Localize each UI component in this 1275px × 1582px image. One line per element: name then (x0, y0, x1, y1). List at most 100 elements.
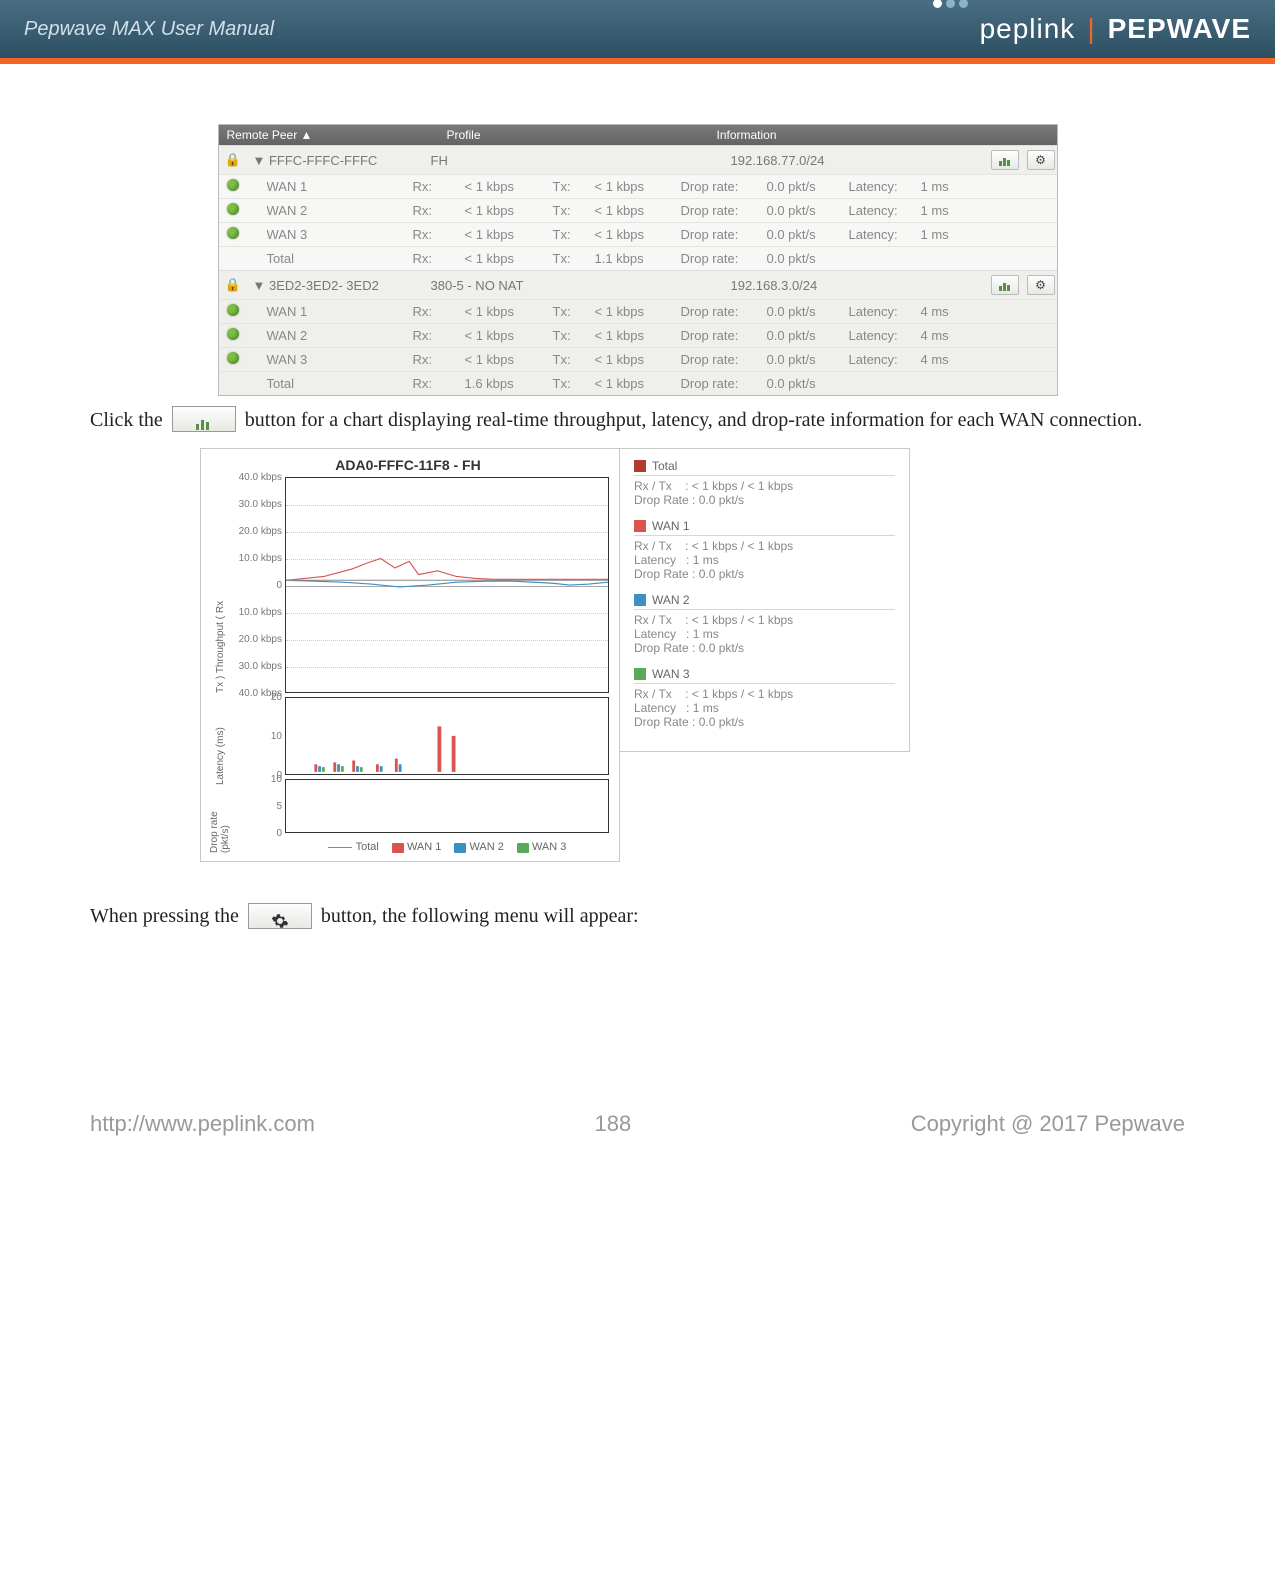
rx-value: < 1 kbps (459, 199, 547, 222)
peer-chart-button[interactable] (991, 275, 1019, 295)
peer-name: ▼ 3ED2-3ED2- 3ED2 (247, 274, 425, 297)
latency-value (915, 255, 965, 263)
wan-name: WAN 3 (247, 223, 407, 246)
chart-legend: Total WAN 1 WAN 2 WAN 3 (285, 841, 609, 853)
ylabel-latency: Latency (ms) (215, 707, 226, 785)
brand-pepwave: PEPWAVE (1108, 13, 1251, 45)
col-remote-peer[interactable]: Remote Peer ▲ (219, 125, 439, 145)
tx-value: < 1 kbps (589, 199, 675, 222)
rx-label: Rx: (407, 199, 459, 222)
tx-label: Tx: (547, 223, 589, 246)
total-row: TotalRx:1.6 kbpsTx:< 1 kbpsDrop rate:0.0… (219, 371, 1057, 395)
stat-block: TotalRx / Tx : < 1 kbps / < 1 kbpsDrop R… (634, 459, 895, 507)
rx-value: < 1 kbps (459, 300, 547, 323)
wan-name: WAN 1 (247, 175, 407, 198)
peer-info: 192.168.3.0/24 (725, 274, 985, 297)
stat-block: WAN 1Rx / Tx : < 1 kbps / < 1 kbpsLatenc… (634, 519, 895, 581)
droprate-value: 0.0 pkt/s (761, 348, 843, 371)
tx-label: Tx: (547, 324, 589, 347)
latency-value: 4 ms (915, 348, 965, 371)
droprate-value: 0.0 pkt/s (761, 247, 843, 270)
col-profile: Profile (439, 125, 709, 145)
brand-peplink: peplink (980, 13, 1076, 45)
remote-peer-table: Remote Peer ▲ Profile Information 🔒▼ FFF… (218, 124, 1058, 396)
footer-page-number: 188 (594, 1111, 631, 1137)
peer-settings-button[interactable]: ⚙ (1027, 150, 1055, 170)
peer-chart-button[interactable] (991, 150, 1019, 170)
droprate-value: 0.0 pkt/s (761, 372, 843, 395)
bar-chart-icon (195, 417, 213, 431)
stat-line: Drop Rate : 0.0 pkt/s (634, 567, 895, 581)
tx-label: Tx: (547, 247, 589, 270)
brand-dots (933, 0, 968, 8)
stat-line: Latency : 1 ms (634, 701, 895, 715)
throughput-sparkline (286, 478, 608, 683)
stat-line: Rx / Tx : < 1 kbps / < 1 kbps (634, 539, 895, 553)
rx-value: < 1 kbps (459, 348, 547, 371)
total-row: TotalRx:< 1 kbpsTx:1.1 kbpsDrop rate:0.0… (219, 246, 1057, 270)
droprate-label: Drop rate: (675, 300, 761, 323)
wan-name: Total (247, 247, 407, 270)
stat-line: Rx / Tx : < 1 kbps / < 1 kbps (634, 687, 895, 701)
settings-button-inline[interactable] (248, 903, 312, 929)
ytick: 5 (236, 801, 282, 812)
tx-label: Tx: (547, 348, 589, 371)
droprate-label: Drop rate: (675, 175, 761, 198)
chart-canvas: ADA0-FFFC-11F8 - FH Tx ) Throughput ( Rx… (200, 448, 620, 862)
status-led-icon (227, 352, 239, 364)
ytick: 0 (236, 828, 282, 839)
legend-wan1-swatch (392, 843, 404, 853)
stat-line: Rx / Tx : < 1 kbps / < 1 kbps (634, 613, 895, 627)
stat-swatch (634, 520, 646, 532)
latency-label: Latency: (843, 175, 915, 198)
wan-name: WAN 3 (247, 348, 407, 371)
latency-value (915, 380, 965, 388)
stat-line: Drop Rate : 0.0 pkt/s (634, 493, 895, 507)
status-led-icon (227, 179, 239, 191)
rx-value: < 1 kbps (459, 175, 547, 198)
stat-line: Latency : 1 ms (634, 627, 895, 641)
legend-total-line (328, 847, 352, 848)
stat-title: WAN 2 (652, 593, 690, 607)
peer-settings-button[interactable]: ⚙ (1027, 275, 1055, 295)
latency-label: Latency: (843, 223, 915, 246)
lock-icon: 🔒 (219, 273, 247, 297)
rx-label: Rx: (407, 372, 459, 395)
ytick: 10 (236, 731, 282, 742)
peer-profile: 380-5 - NO NAT (425, 274, 725, 297)
chart-stats-panel: TotalRx / Tx : < 1 kbps / < 1 kbpsDrop R… (620, 448, 910, 752)
latency-value: 1 ms (915, 199, 965, 222)
rx-label: Rx: (407, 175, 459, 198)
droprate-label: Drop rate: (675, 372, 761, 395)
droprate-value: 0.0 pkt/s (761, 300, 843, 323)
droprate-value: 0.0 pkt/s (761, 199, 843, 222)
rx-label: Rx: (407, 348, 459, 371)
latency-value: 1 ms (915, 175, 965, 198)
latency-bars (286, 698, 608, 772)
stat-block: WAN 2 Rx / Tx : < 1 kbps / < 1 kbpsLatenc… (634, 593, 895, 655)
droprate-label: Drop rate: (675, 324, 761, 347)
brand-separator: | (1081, 13, 1101, 45)
peer-group-row[interactable]: 🔒▼ FFFC-FFFC-FFFCFH192.168.77.0/24⚙ (219, 145, 1057, 174)
droprate-label: Drop rate: (675, 247, 761, 270)
latency-label: Latency: (843, 324, 915, 347)
tx-value: < 1 kbps (589, 175, 675, 198)
chart-button-inline[interactable] (172, 406, 236, 432)
status-led-icon (227, 328, 239, 340)
doc-header: Pepwave MAX User Manual peplink | PEPWAV… (0, 0, 1275, 58)
brand-block: peplink | PEPWAVE (933, 13, 1251, 45)
stat-line: Drop Rate : 0.0 pkt/s (634, 715, 895, 729)
stat-line: Latency : 1 ms (634, 553, 895, 567)
stat-swatch (634, 460, 646, 472)
ytick: 10.0 kbps (236, 553, 282, 564)
legend-wan3-swatch (517, 843, 529, 853)
droprate-label: Drop rate: (675, 223, 761, 246)
latency-panel: 20100 (285, 697, 609, 775)
peer-group-row[interactable]: 🔒▼ 3ED2-3ED2- 3ED2380-5 - NO NAT192.168.… (219, 270, 1057, 299)
stat-line: Rx / Tx : < 1 kbps / < 1 kbps (634, 479, 895, 493)
ytick: 20.0 kbps (236, 634, 282, 645)
peer-name: ▼ FFFC-FFFC-FFFC (247, 149, 425, 172)
legend-wan2-swatch (454, 843, 466, 853)
rx-value: < 1 kbps (459, 223, 547, 246)
ytick: 0 (236, 580, 282, 591)
